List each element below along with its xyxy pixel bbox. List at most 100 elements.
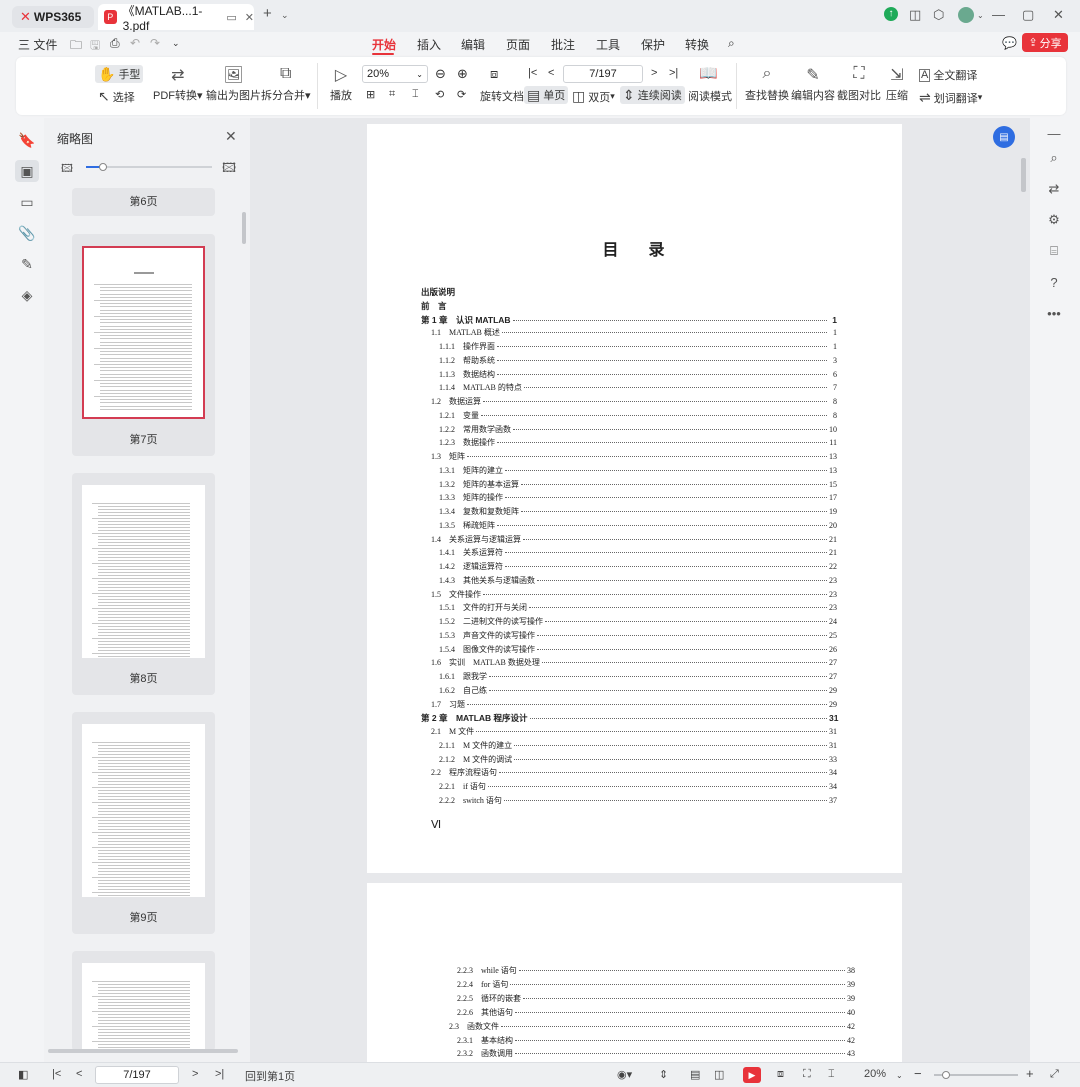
zoom-slider-knob[interactable] xyxy=(942,1071,950,1079)
prev-page-icon[interactable]: < xyxy=(76,1068,82,1080)
tab-edit[interactable]: 编辑 xyxy=(461,36,485,53)
undo-icon[interactable]: ↶ xyxy=(130,36,140,50)
toc-entry[interactable]: 1.2.3 数据操作 11 xyxy=(439,437,837,448)
toc-entry[interactable]: 1.5.3 声音文件的读写操作 25 xyxy=(439,630,837,641)
toc-entry[interactable]: 2.2 程序流程语句 34 xyxy=(431,767,837,778)
prev-page-icon[interactable]: < xyxy=(548,67,554,79)
adjust-icon[interactable]: ⚙ xyxy=(1044,210,1064,230)
thumbnail-page-7[interactable]: 第7页 xyxy=(72,234,215,456)
toc-entry[interactable]: 2.3.2 函数调用 43 xyxy=(457,1048,855,1059)
tab-tools[interactable]: 工具 xyxy=(596,36,620,53)
toc-entry[interactable]: 1.1 MATLAB 概述 1 xyxy=(431,327,837,338)
rotate-document-button[interactable]: 旋转文档 xyxy=(480,88,524,104)
document-scrollbar[interactable] xyxy=(1021,158,1026,192)
thumbnail-horizontal-scrollbar[interactable] xyxy=(48,1049,238,1053)
file-menu[interactable]: 三 文件 xyxy=(18,36,57,53)
rotate-left-icon[interactable]: ⟲ xyxy=(435,88,444,101)
play-slideshow-icon[interactable]: ▶ xyxy=(743,1067,761,1083)
status-page-input[interactable]: 7/197 xyxy=(95,1066,179,1084)
toc-entry[interactable]: 1.1.3 数据结构 6 xyxy=(439,369,837,380)
double-page-button[interactable]: ◫ 双页 ▾ xyxy=(572,88,615,105)
toc-entry[interactable]: 1.2 数据运算 8 xyxy=(431,396,837,407)
zoom-out-icon[interactable]: ⊖ xyxy=(435,66,446,82)
bookmark-icon[interactable]: 🔖 xyxy=(15,129,39,151)
home-tab[interactable]: ✕ WPS365 xyxy=(12,6,94,28)
toc-entry[interactable]: 1.4 关系运算与逻辑运算 21 xyxy=(431,534,837,545)
book-icon[interactable]: ⌸ xyxy=(1044,241,1064,261)
hand-tool-button[interactable]: ✋ 手型 xyxy=(95,65,144,83)
toc-entry[interactable]: 2.2.1 if 语句 34 xyxy=(439,781,837,792)
toc-entry[interactable]: 1.3.2 矩阵的基本运算 15 xyxy=(439,479,837,490)
maximize-icon[interactable]: ▢ xyxy=(1022,7,1034,23)
toc-entry[interactable]: 1.3.1 矩阵的建立 13 xyxy=(439,465,837,476)
collapse-icon[interactable]: — xyxy=(1044,123,1064,143)
save-icon[interactable]: 🖫 xyxy=(90,36,100,57)
thumbnail-icon[interactable]: ▣ xyxy=(15,160,39,182)
toc-entry[interactable]: 2.1.1 M 文件的建立 31 xyxy=(439,740,837,751)
zoom-in-icon[interactable]: + xyxy=(1026,1066,1034,1081)
toc-entry[interactable]: 前 言 xyxy=(421,300,837,312)
help-icon[interactable]: ? xyxy=(1044,272,1064,292)
print-icon[interactable]: ⎙ xyxy=(110,36,120,51)
tab-protect[interactable]: 保护 xyxy=(641,36,665,53)
upload-sync-icon[interactable]: ↑ xyxy=(884,7,898,21)
toc-entry[interactable]: 1.1.4 MATLAB 的特点 7 xyxy=(439,382,837,393)
thumbnail-size-slider[interactable] xyxy=(86,163,212,171)
thumbnail-scrollbar[interactable] xyxy=(242,212,246,244)
fit-page-icon[interactable]: ⧈ xyxy=(777,1068,784,1081)
toc-entry[interactable]: 1.5.1 文件的打开与关闭 23 xyxy=(439,602,837,613)
toc-entry[interactable]: 1.5.2 二进制文件的读写操作 24 xyxy=(439,616,837,627)
attachment-icon[interactable]: 📎 xyxy=(15,222,39,244)
last-page-icon[interactable]: >| xyxy=(215,1068,224,1080)
close-tab-icon[interactable]: ✕ xyxy=(245,11,254,24)
open-folder-icon[interactable]: 🗀 xyxy=(70,36,82,57)
toc-entry[interactable]: 2.1 M 文件 31 xyxy=(431,726,837,737)
toc-entry[interactable]: 1.3 矩阵 13 xyxy=(431,451,837,462)
tab-annotate[interactable]: 批注 xyxy=(551,36,575,53)
first-page-icon[interactable]: |< xyxy=(528,67,537,79)
last-page-icon[interactable]: >| xyxy=(669,67,678,79)
actual-size-icon[interactable]: ⌗ xyxy=(389,88,395,101)
toc-entry[interactable]: 1.6.1 跟我学 27 xyxy=(439,671,837,682)
rotate-right-icon[interactable]: ⟳ xyxy=(457,88,466,101)
zoom-slider[interactable] xyxy=(934,1071,1018,1079)
toc-entry[interactable]: 2.2.6 其他语句 40 xyxy=(457,1007,855,1018)
new-tab-plus-icon[interactable]: + xyxy=(263,5,272,22)
double-page-view-icon[interactable]: ◫ xyxy=(714,1068,724,1081)
screenshot-compare-button[interactable]: ⛶ 截图对比 xyxy=(837,65,881,103)
compress-button[interactable]: ⇲ 压缩 xyxy=(886,65,908,103)
comment-icon[interactable]: ▭ xyxy=(15,191,39,213)
tab-convert[interactable]: 转换 xyxy=(685,36,709,53)
small-image-icon[interactable]: 🖾 xyxy=(61,160,73,179)
split-merge-button[interactable]: ⧉ 拆分合并▾ xyxy=(261,65,311,103)
toc-entry[interactable]: 2.2.2 switch 语句 37 xyxy=(439,795,837,806)
toc-entry[interactable]: 1.2.2 常用数学函数 10 xyxy=(439,424,837,435)
toc-entry[interactable]: 1.3.5 稀疏矩阵 20 xyxy=(439,520,837,531)
minimize-icon[interactable]: — xyxy=(992,7,1005,22)
word-translate-button[interactable]: ⇌ 划词翻译 ▾ xyxy=(919,89,982,106)
continuous-view-icon[interactable]: ⇕ xyxy=(659,1068,668,1081)
toc-entry[interactable]: 1.3.3 矩阵的操作 17 xyxy=(439,492,837,503)
toc-entry[interactable]: 1.1.1 操作界面 1 xyxy=(439,341,837,352)
toc-entry[interactable]: 出版说明 xyxy=(421,286,837,298)
eye-protect-icon[interactable]: ◉▾ xyxy=(617,1068,632,1081)
thumbnail-page-10[interactable] xyxy=(72,951,215,1051)
tab-dropdown-icon[interactable]: ⌄ xyxy=(281,10,289,21)
select-tool-button[interactable]: ↖ 选择 xyxy=(98,88,135,105)
tab-page[interactable]: 页面 xyxy=(506,36,530,53)
back-to-first-page-link[interactable]: 回到第1页 xyxy=(245,1068,295,1084)
crop-icon[interactable]: ⌶ xyxy=(412,88,419,101)
fit-width-icon[interactable]: ⛶ xyxy=(803,1068,811,1081)
pdf-convert-button[interactable]: ⇄ PDF转换▾ xyxy=(153,65,203,103)
window-layout-icon[interactable]: ◫ xyxy=(909,7,921,23)
single-page-button[interactable]: ▤ 单页 xyxy=(524,86,569,104)
full-translate-button[interactable]: A 全文翻译 xyxy=(919,67,977,83)
fit-page-icon[interactable]: ⧈ xyxy=(490,66,498,82)
zoom-select[interactable]: 20% ⌄ xyxy=(362,65,428,83)
restore-tab-icon[interactable]: ▭ xyxy=(226,11,236,24)
more-icon[interactable]: ••• xyxy=(1044,303,1064,323)
export-image-button[interactable]: 🖼 输出为图片 xyxy=(206,65,261,103)
slider-knob[interactable] xyxy=(99,163,107,171)
zoom-dropdown-icon[interactable]: ⌄ xyxy=(896,1071,903,1080)
toc-entry[interactable]: 2.2.3 while 语句 38 xyxy=(457,965,855,976)
